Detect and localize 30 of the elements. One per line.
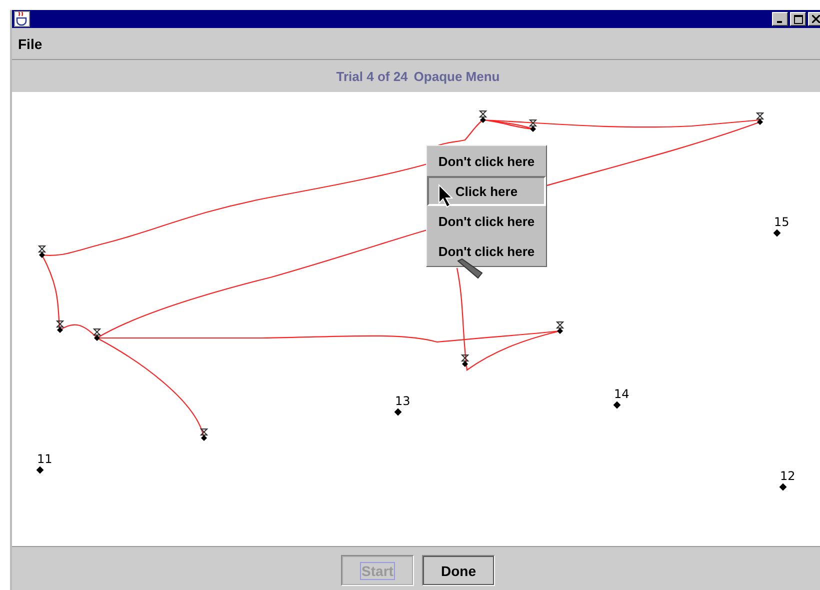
target-label: 12 <box>780 469 796 483</box>
minimize-button[interactable] <box>772 12 788 26</box>
maximize-icon <box>794 14 802 24</box>
condition-label: Opaque Menu <box>414 68 500 84</box>
crossed-target-icon <box>38 246 46 258</box>
target-label: 15 <box>774 215 790 229</box>
popup-menu-item[interactable]: Don't click here <box>427 206 546 236</box>
target-label: 13 <box>395 394 410 408</box>
dialog-button[interactable]: Done <box>422 555 495 586</box>
cup-icon <box>14 11 30 27</box>
popup-menu-item[interactable]: Click here <box>427 176 546 206</box>
close-button[interactable] <box>808 12 820 26</box>
popup-menu-item[interactable]: Don't click here <box>427 236 546 266</box>
crossed-target-icon <box>478 110 488 123</box>
popup-menu-item[interactable]: Don't click here <box>427 146 546 176</box>
arrow-cursor-icon <box>438 184 456 208</box>
close-icon <box>812 15 820 23</box>
crossed-target-icon <box>56 320 64 333</box>
pen-icon <box>456 258 484 280</box>
trial-counter: Trial 4 of 24 <box>336 68 408 84</box>
crossed-target-icon <box>92 328 102 341</box>
target-label: 14 <box>614 387 630 401</box>
crossed-target-icon <box>200 428 208 441</box>
crossed-target-icon <box>756 112 764 125</box>
crossed-target-icon <box>460 354 470 367</box>
crossed-target-icon <box>528 120 538 132</box>
crossed-target-icon <box>556 322 564 334</box>
target-label: 11 <box>37 452 52 466</box>
menu-item[interactable]: File <box>18 36 42 52</box>
maximize-button[interactable] <box>790 12 806 26</box>
